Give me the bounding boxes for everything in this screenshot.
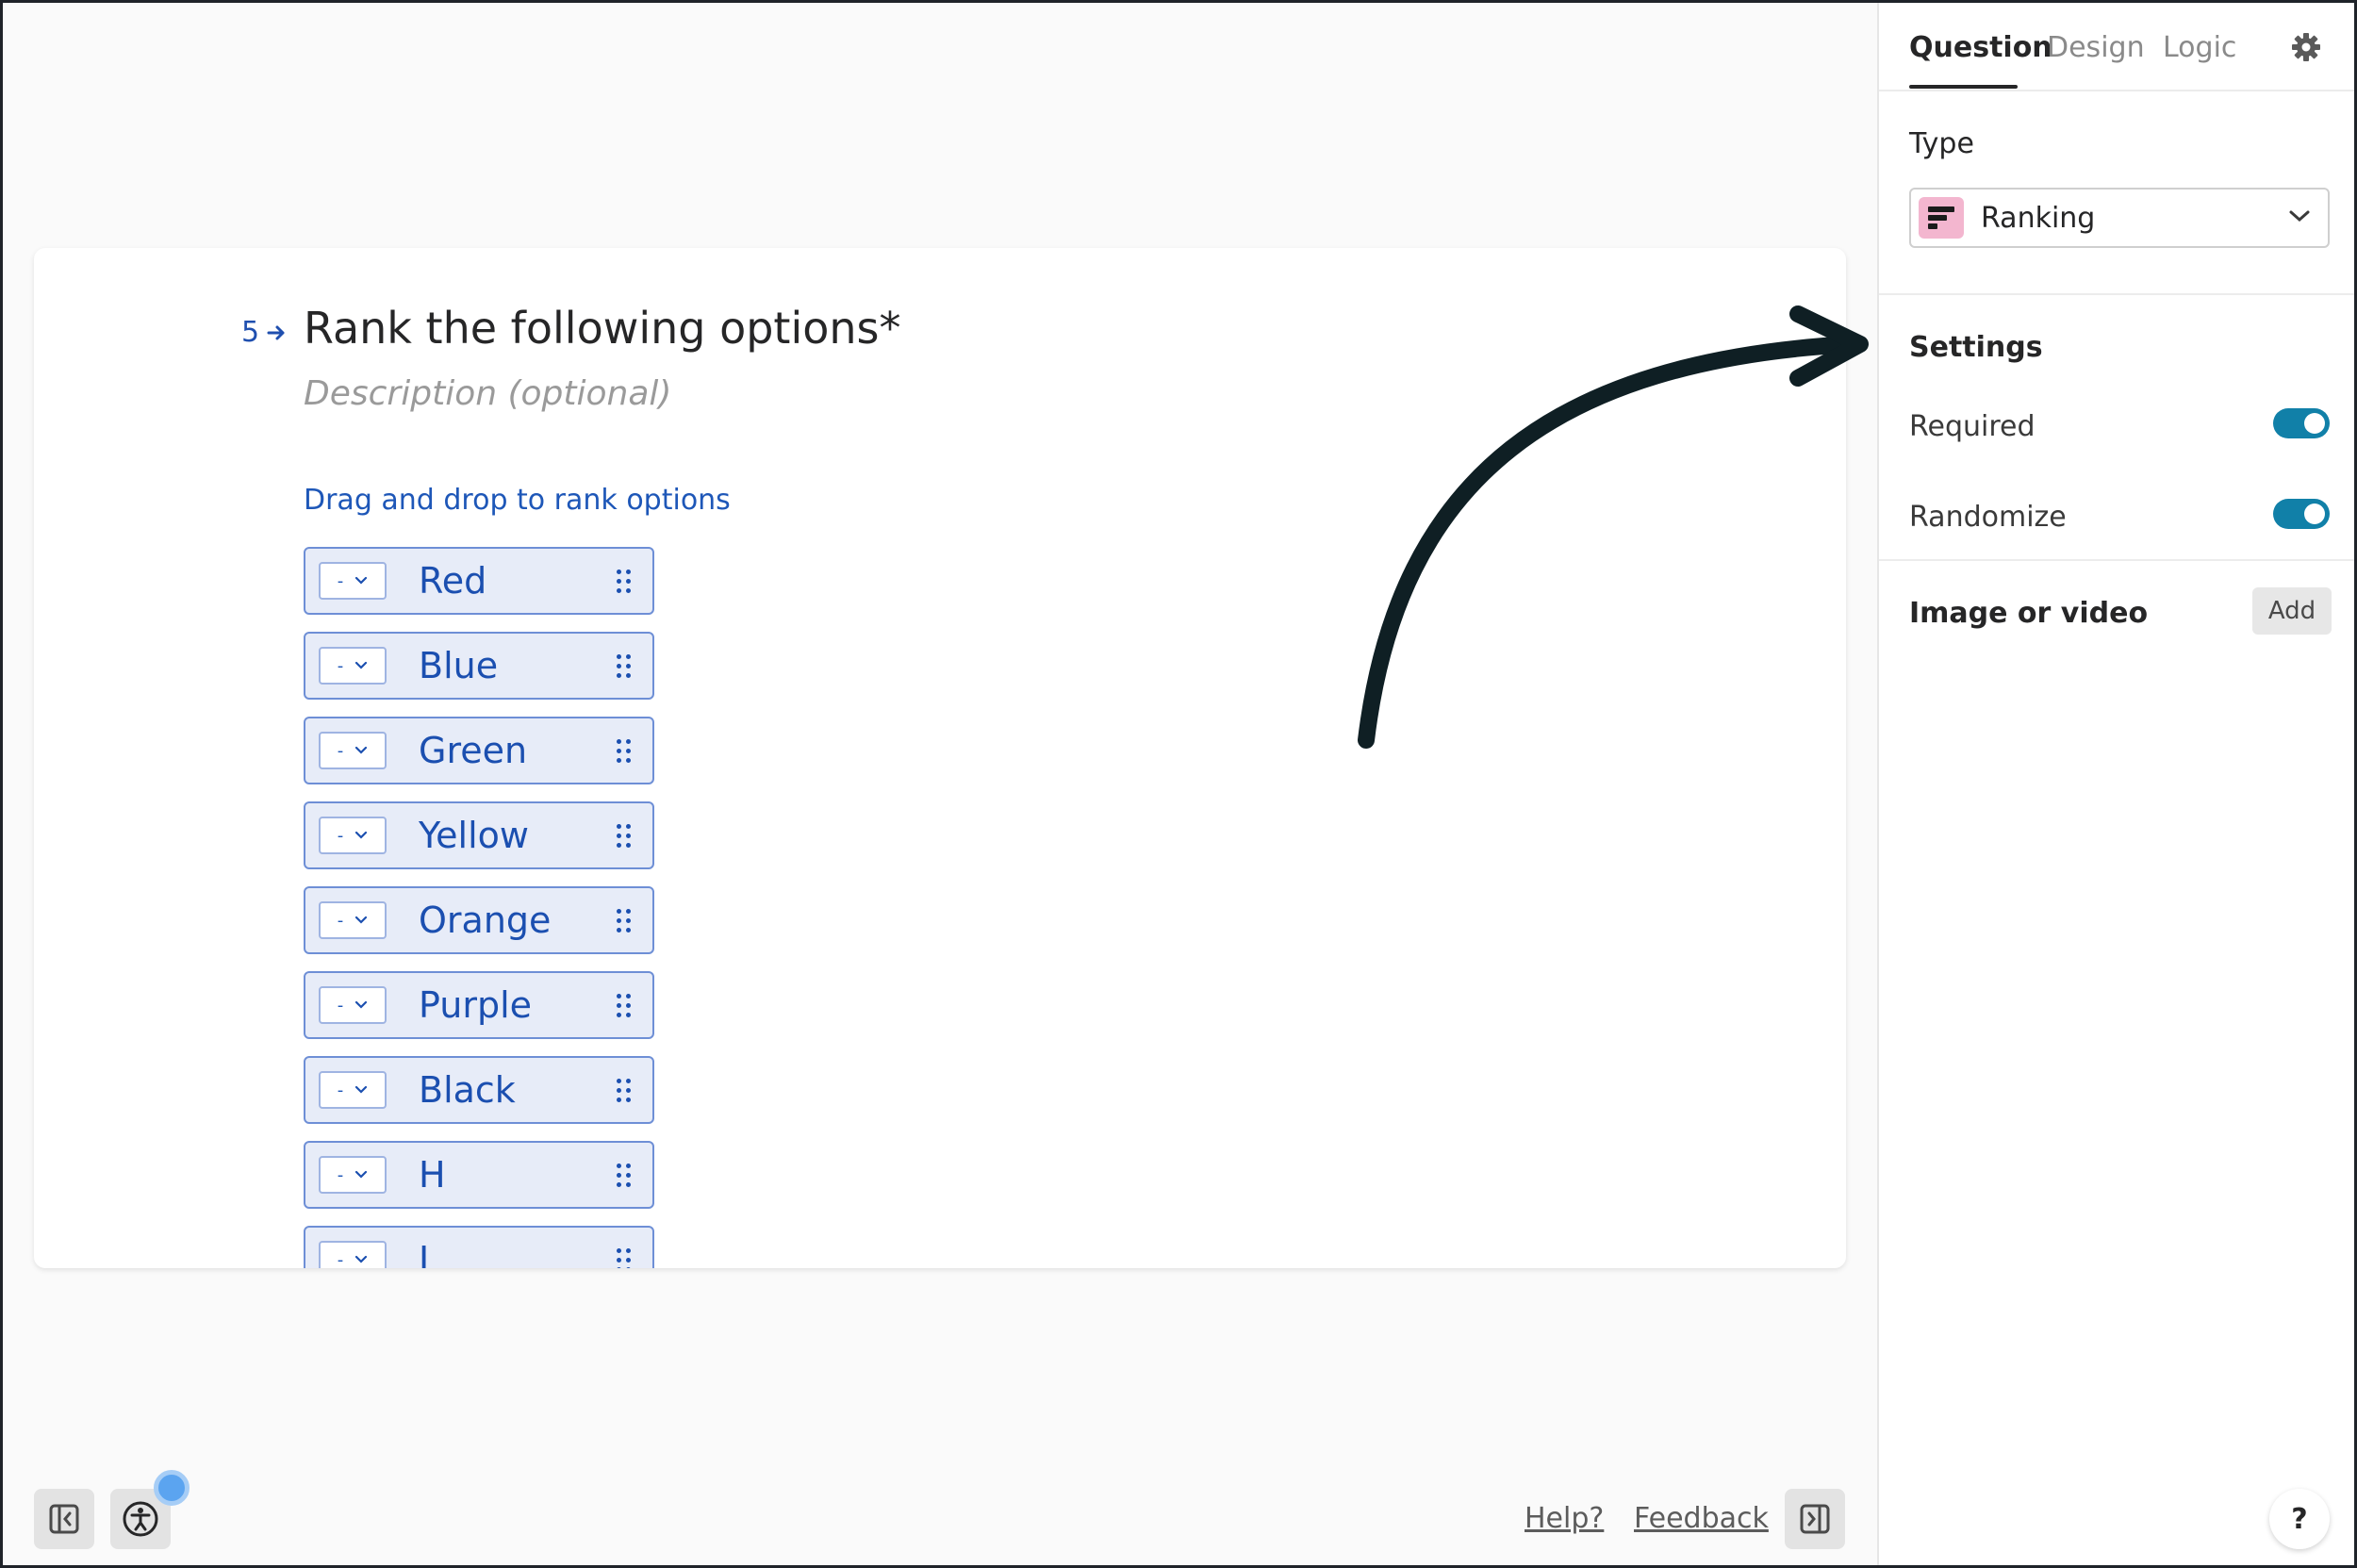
divider bbox=[1879, 293, 2354, 295]
active-tab-indicator bbox=[1909, 85, 2018, 89]
help-button[interactable]: ? bbox=[2269, 1489, 2330, 1549]
rank-position-value: - bbox=[337, 995, 344, 1015]
chevron-down-icon bbox=[355, 1255, 368, 1263]
help-link[interactable]: Help? bbox=[1525, 1502, 1604, 1535]
collapse-left-panel-icon bbox=[49, 1504, 79, 1534]
rank-option-item[interactable]: - Black bbox=[304, 1056, 654, 1124]
rank-position-select[interactable]: - bbox=[319, 1241, 387, 1268]
required-toggle[interactable] bbox=[2273, 408, 2330, 438]
type-label: Type bbox=[1909, 127, 1974, 160]
chevron-down-icon bbox=[355, 1085, 368, 1094]
drag-handle-icon[interactable] bbox=[617, 654, 632, 679]
app-window: 5 Rank the following options* Descriptio… bbox=[3, 3, 2354, 1565]
drag-handle-icon[interactable] bbox=[617, 739, 632, 764]
rank-option-label: Green bbox=[419, 730, 528, 771]
collapse-right-panel-icon bbox=[1800, 1504, 1830, 1534]
arrow-right-icon bbox=[267, 325, 285, 339]
rank-option-item[interactable]: - Yellow bbox=[304, 801, 654, 869]
chevron-down-icon bbox=[355, 1170, 368, 1179]
gear-icon[interactable] bbox=[2290, 31, 2322, 63]
rank-option-label: Red bbox=[419, 560, 487, 602]
rank-position-value: - bbox=[337, 1164, 344, 1185]
chevron-down-icon bbox=[355, 831, 368, 839]
chevron-down-icon bbox=[355, 746, 368, 754]
question-number: 5 bbox=[241, 316, 288, 349]
chevron-down-icon bbox=[355, 661, 368, 669]
feedback-link[interactable]: Feedback bbox=[1634, 1502, 1769, 1535]
chevron-down-icon bbox=[2289, 210, 2310, 223]
rank-position-value: - bbox=[337, 655, 344, 676]
question-type-value: Ranking bbox=[1981, 202, 2096, 235]
rank-option-label: Purple bbox=[419, 984, 533, 1026]
drag-handle-icon[interactable] bbox=[617, 1164, 632, 1188]
chevron-down-icon bbox=[355, 576, 368, 585]
randomize-toggle[interactable] bbox=[2273, 499, 2330, 529]
rank-position-select[interactable]: - bbox=[319, 986, 387, 1024]
question-number-text: 5 bbox=[241, 316, 260, 349]
drag-handle-icon[interactable] bbox=[617, 1079, 632, 1103]
add-media-button[interactable]: Add bbox=[2252, 587, 2332, 635]
rank-position-value: - bbox=[337, 910, 344, 931]
rank-position-select[interactable]: - bbox=[319, 1071, 387, 1109]
ranking-hint: Drag and drop to rank options bbox=[304, 484, 731, 517]
rank-position-select[interactable]: - bbox=[319, 732, 387, 769]
rank-position-select[interactable]: - bbox=[319, 901, 387, 939]
drag-handle-icon[interactable] bbox=[617, 569, 632, 594]
rank-position-select[interactable]: - bbox=[319, 562, 387, 600]
rank-position-value: - bbox=[337, 1249, 344, 1269]
rank-option-label: Yellow bbox=[419, 815, 529, 856]
rank-position-select[interactable]: - bbox=[319, 647, 387, 685]
required-label: Required bbox=[1909, 410, 2036, 443]
form-canvas: 5 Rank the following options* Descriptio… bbox=[3, 3, 1877, 1565]
rank-option-label: I bbox=[419, 1239, 430, 1268]
tab-question[interactable]: Question bbox=[1909, 31, 2052, 64]
question-description-input[interactable]: Description (optional) bbox=[304, 374, 671, 413]
rank-position-value: - bbox=[337, 825, 344, 846]
rank-option-label: H bbox=[419, 1154, 446, 1196]
question-title[interactable]: Rank the following options* bbox=[304, 303, 901, 354]
rank-option-label: Blue bbox=[419, 645, 499, 686]
rank-position-select[interactable]: - bbox=[319, 817, 387, 854]
drag-handle-icon[interactable] bbox=[617, 824, 632, 849]
rank-position-value: - bbox=[337, 1080, 344, 1100]
drag-handle-icon[interactable] bbox=[617, 1248, 632, 1268]
collapse-right-panel-button[interactable] bbox=[1785, 1489, 1845, 1549]
divider bbox=[1879, 90, 2354, 91]
question-type-select[interactable]: Ranking bbox=[1909, 188, 2330, 248]
rank-position-value: - bbox=[337, 570, 344, 591]
tab-design[interactable]: Design bbox=[2047, 31, 2145, 64]
drag-handle-icon[interactable] bbox=[617, 994, 632, 1018]
properties-panel: Question Design Logic Type Ranking Setti… bbox=[1877, 3, 2354, 1565]
rank-option-item[interactable]: - Orange bbox=[304, 886, 654, 954]
drag-handle-icon[interactable] bbox=[617, 909, 632, 933]
accessibility-icon bbox=[123, 1501, 158, 1537]
rank-option-label: Black bbox=[419, 1069, 516, 1111]
settings-heading: Settings bbox=[1909, 331, 2043, 364]
rank-option-item[interactable]: - Green bbox=[304, 717, 654, 784]
divider bbox=[1879, 559, 2354, 561]
rank-option-label: Orange bbox=[419, 900, 552, 941]
chevron-down-icon bbox=[355, 916, 368, 924]
rank-position-value: - bbox=[337, 740, 344, 761]
rank-option-item[interactable]: - Purple bbox=[304, 971, 654, 1039]
rank-option-item[interactable]: - Blue bbox=[304, 632, 654, 700]
rank-option-item[interactable]: - Red bbox=[304, 547, 654, 615]
question-card: 5 Rank the following options* Descriptio… bbox=[34, 248, 1846, 1268]
ranking-type-icon bbox=[1919, 197, 1964, 239]
rank-option-item[interactable]: -H bbox=[304, 1141, 654, 1209]
notification-badge bbox=[154, 1470, 190, 1506]
image-or-video-label: Image or video bbox=[1909, 597, 2149, 630]
rank-position-select[interactable]: - bbox=[319, 1156, 387, 1194]
ranking-options-list: - Red - Blue - Green - Yellow - Orange - Purple - Bla… bbox=[304, 547, 654, 1268]
chevron-down-icon bbox=[355, 1000, 368, 1009]
collapse-left-panel-button[interactable] bbox=[34, 1489, 94, 1549]
rank-option-item[interactable]: -I bbox=[304, 1226, 654, 1268]
randomize-label: Randomize bbox=[1909, 501, 2067, 534]
tab-logic[interactable]: Logic bbox=[2163, 31, 2236, 64]
